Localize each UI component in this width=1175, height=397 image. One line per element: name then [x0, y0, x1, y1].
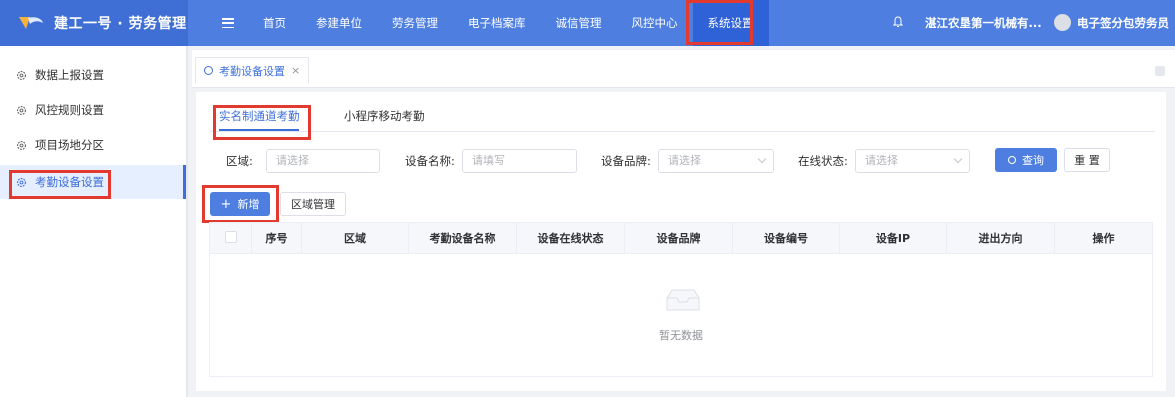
bell-icon[interactable] [892, 16, 904, 28]
device-name-label: 设备名称: [405, 154, 455, 168]
page-tag[interactable]: 考勤设备设置 × [195, 57, 310, 83]
search-icon [1008, 156, 1016, 164]
nav-archive[interactable]: 电子档案库 [453, 0, 541, 46]
col-online-status: 设备在线状态 [517, 223, 625, 254]
nav-units[interactable]: 参建单位 [301, 0, 377, 46]
nav-labor[interactable]: 劳务管理 [377, 0, 453, 46]
reset-button[interactable]: 重 置 [1064, 148, 1110, 172]
chevron-down-icon [757, 154, 767, 164]
sidebar-item-label: 项目场地分区 [35, 138, 104, 152]
gear-icon [17, 105, 26, 115]
sidebar-item-label: 风控规则设置 [35, 103, 104, 117]
close-icon[interactable]: × [291, 64, 300, 77]
highlight-box-nav [686, 0, 753, 45]
empty-box-icon [666, 289, 700, 311]
nav-credit[interactable]: 诚信管理 [541, 0, 617, 46]
avatar[interactable] [1054, 14, 1071, 31]
brand[interactable]: 建工一号 · 劳务管理 [0, 0, 188, 46]
col-brand: 设备品牌 [625, 223, 733, 254]
sidebar-item-risk-rules[interactable]: 风控规则设置 [0, 93, 186, 127]
company-name[interactable]: 湛江农垦第一机械有... [925, 15, 1042, 31]
query-button[interactable]: 查询 [995, 148, 1057, 172]
gear-icon [17, 70, 26, 80]
tab-miniprogram[interactable]: 小程序移动考勤 [344, 108, 425, 124]
refresh-icon [204, 66, 213, 75]
lock-icon[interactable] [1155, 66, 1165, 76]
col-direction: 进出方向 [947, 223, 1055, 254]
region-label: 区域: [226, 154, 253, 168]
brand-select[interactable]: 请选择 [658, 149, 774, 173]
nav-risk[interactable]: 风控中心 [617, 0, 693, 46]
highlight-box-tab [213, 105, 311, 140]
col-device-code: 设备编号 [733, 223, 840, 254]
tags-bar: 考勤设备设置 × [192, 50, 1175, 88]
sidebar: 数据上报设置 风控规则设置 项目场地分区 考勤设备设置 [0, 46, 188, 397]
chevron-down-icon [953, 154, 963, 164]
col-device-name: 考勤设备名称 [409, 223, 517, 254]
highlight-box-sidebar [9, 170, 111, 199]
highlight-box-add [202, 185, 279, 223]
select-all-cell [210, 223, 252, 254]
brand-label: 设备品牌: [601, 154, 651, 168]
sidebar-item-data-report[interactable]: 数据上报设置 [0, 58, 186, 92]
tabs: 实名制通道考勤 小程序移动考勤 [210, 102, 1155, 132]
sidebar-item-site-zones[interactable]: 项目场地分区 [0, 128, 186, 162]
col-device-ip: 设备IP [840, 223, 947, 254]
top-navbar: 建工一号 · 劳务管理 首页 参建单位 劳务管理 电子档案库 诚信管理 风控中心… [0, 0, 1175, 46]
empty-text: 暂无数据 [659, 329, 703, 342]
online-label: 在线状态: [798, 154, 848, 168]
main-card: 实名制通道考勤 小程序移动考勤 区域: 请选择 设备名称: 请填写 设备品牌: … [196, 92, 1166, 391]
page-tag-label: 考勤设备设置 [219, 64, 285, 78]
region-select[interactable]: 请选择 [266, 149, 380, 173]
device-table: 序号 区域 考勤设备名称 设备在线状态 设备品牌 设备编号 设备IP 进出方向 … [209, 222, 1153, 377]
table-header: 序号 区域 考勤设备名称 设备在线状态 设备品牌 设备编号 设备IP 进出方向 … [210, 223, 1152, 254]
menu-toggle-icon[interactable] [222, 18, 234, 28]
device-name-input[interactable]: 请填写 [462, 149, 577, 173]
sidebar-item-label: 数据上报设置 [35, 68, 104, 82]
col-actions: 操作 [1092, 232, 1115, 245]
select-all-checkbox[interactable] [225, 231, 237, 243]
app-title: 建工一号 · 劳务管理 [54, 16, 187, 32]
online-select[interactable]: 请选择 [855, 149, 970, 173]
user-name[interactable]: 电子签分包劳务员 [1077, 15, 1169, 31]
logo-icon [18, 15, 44, 31]
region-manage-button[interactable]: 区域管理 [280, 192, 346, 216]
gear-icon [17, 140, 26, 150]
col-index: 序号 [252, 223, 302, 254]
col-region: 区域 [302, 223, 409, 254]
nav-home[interactable]: 首页 [248, 0, 301, 46]
